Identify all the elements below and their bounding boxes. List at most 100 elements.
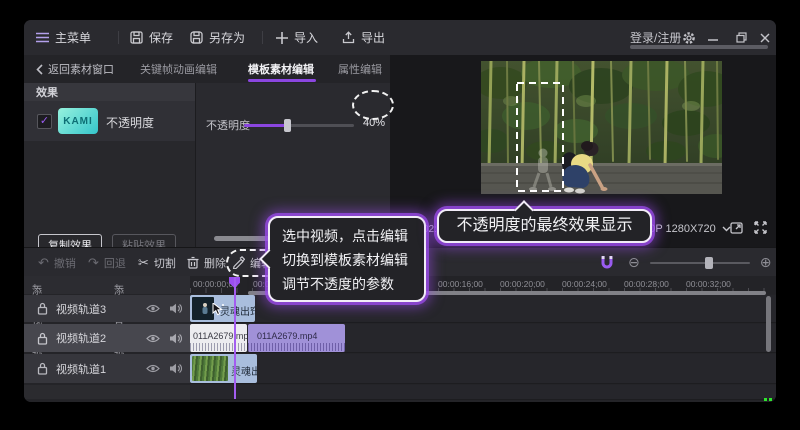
import-button[interactable]: 导入 xyxy=(276,20,318,55)
plus-icon xyxy=(276,32,288,44)
tab-property-edit[interactable]: 属性编辑 xyxy=(338,55,382,83)
speaker-icon[interactable] xyxy=(169,363,182,374)
mouse-cursor-icon xyxy=(212,303,225,317)
screen: 主菜单 保存 另存为 导入 xyxy=(0,0,800,430)
timeline-zoom-controls: ⊖ ⊕ xyxy=(600,248,771,277)
titlebar-separator xyxy=(118,31,119,44)
cut-button[interactable]: ✂ 切割 xyxy=(138,248,176,277)
editor-tabs: 返回素材窗口 关键帧动画编辑 模板素材编辑 属性编辑 xyxy=(24,55,390,83)
tab-keyframe-animation[interactable]: 关键帧动画编辑 xyxy=(140,55,217,83)
close-button[interactable] xyxy=(754,20,776,55)
clip-track2-selected[interactable]: 011A2679.mp4 xyxy=(190,324,247,352)
eye-icon[interactable] xyxy=(146,364,160,373)
effects-panel: 效果 ✓ KAMI 不透明度 复制效果 粘贴效果 xyxy=(24,83,195,247)
lock-icon[interactable] xyxy=(37,332,48,345)
effect-thumbnail: KAMI xyxy=(58,108,98,134)
login-link[interactable]: 登录/注册 xyxy=(630,20,681,55)
timeline-scrollbar-vertical[interactable] xyxy=(766,296,771,352)
audio-waveform xyxy=(190,343,247,351)
track-header-video3[interactable]: 视频轨道3 xyxy=(24,295,190,322)
save-as-label: 另存为 xyxy=(209,29,245,46)
speaker-icon[interactable] xyxy=(169,303,182,314)
eye-icon[interactable] xyxy=(146,334,160,343)
add-track-row: + 添加视频轨道 + 添加音频轨道 xyxy=(24,276,190,294)
effect-label: 不透明度 xyxy=(106,114,154,131)
lock-icon[interactable] xyxy=(37,362,48,375)
fullscreen-icon[interactable] xyxy=(754,221,767,234)
track-lane-empty xyxy=(190,385,776,400)
close-icon xyxy=(760,33,770,43)
redo-icon: ↷ xyxy=(88,256,99,269)
titlebar: 主菜单 保存 另存为 导入 xyxy=(24,20,776,56)
magnet-icon[interactable] xyxy=(600,255,614,270)
annotation-line: 选中视频，点击编辑 xyxy=(282,224,412,248)
annotation-edit-tip: 选中视频，点击编辑 切换到模板素材编辑 调节不透度的参数 xyxy=(268,216,426,302)
track-lane-video1: 灵魂出窍 xyxy=(190,354,776,384)
preview-frame-image xyxy=(481,61,722,194)
redo-button[interactable]: ↷ 回退 xyxy=(88,248,126,277)
scissors-icon: ✂ xyxy=(138,256,149,269)
settings-button[interactable] xyxy=(678,20,700,55)
titlebar-separator xyxy=(262,31,263,44)
undo-icon: ↶ xyxy=(38,256,49,269)
resize-indicator-dot xyxy=(769,398,772,401)
playhead[interactable] xyxy=(234,277,236,399)
back-to-media-button[interactable]: 返回素材窗口 xyxy=(36,55,114,83)
clip-thumbnail xyxy=(192,297,214,320)
resize-indicator-dot xyxy=(764,398,767,401)
import-label: 导入 xyxy=(294,29,318,46)
annotation-preview-tip: 不透明度的最终效果显示 xyxy=(437,209,652,243)
app-window: 主菜单 保存 另存为 导入 xyxy=(24,20,776,402)
opacity-slider[interactable] xyxy=(244,124,354,127)
trash-icon xyxy=(187,256,199,269)
restore-button[interactable] xyxy=(730,20,752,55)
annotation-text: 不透明度的最终效果显示 xyxy=(439,211,650,241)
export-icon xyxy=(342,31,355,44)
clip-track2[interactable]: 011A2679.mp4 xyxy=(248,324,345,352)
restore-icon xyxy=(736,32,747,43)
annotation-line: 切换到模板素材编辑 xyxy=(282,248,412,272)
effects-header: 效果 xyxy=(24,83,195,101)
opacity-slider-fill xyxy=(244,124,288,127)
undo-button[interactable]: ↶ 撤销 xyxy=(38,248,76,277)
minimize-icon xyxy=(708,33,718,43)
scrollbar-horizontal[interactable] xyxy=(630,45,768,49)
minimize-button[interactable] xyxy=(702,20,724,55)
speaker-icon[interactable] xyxy=(169,333,182,344)
delete-button[interactable]: 删除 xyxy=(187,248,226,277)
export-label: 导出 xyxy=(361,29,385,46)
gear-icon xyxy=(682,31,696,45)
main-menu-button[interactable]: 主菜单 xyxy=(36,20,91,55)
main-menu-label: 主菜单 xyxy=(55,29,91,46)
clip-track1[interactable]: 灵魂出窍 xyxy=(190,354,257,383)
eye-icon[interactable] xyxy=(146,304,160,313)
active-tab-underline xyxy=(248,79,316,82)
save-as-icon xyxy=(190,31,203,44)
highlight-ellipse-opacity-value xyxy=(352,90,394,120)
opacity-slider-handle[interactable] xyxy=(284,119,291,132)
back-chevron-icon xyxy=(36,64,43,75)
login-label: 登录/注册 xyxy=(630,29,681,46)
zoom-out-icon[interactable]: ⊖ xyxy=(628,254,640,271)
effect-checkbox[interactable]: ✓ xyxy=(37,114,52,129)
snapshot-icon[interactable] xyxy=(730,221,744,234)
track-lane-video2: 011A2679.mp4 011A2679.mp4 xyxy=(190,324,776,353)
save-as-button[interactable]: 另存为 xyxy=(190,20,245,55)
annotation-line: 调节不透度的参数 xyxy=(282,272,412,296)
audio-waveform xyxy=(248,343,345,351)
back-label: 返回素材窗口 xyxy=(48,61,114,77)
track-header-empty xyxy=(24,385,190,399)
hamburger-icon xyxy=(36,32,49,43)
timeline-zoom-slider[interactable] xyxy=(650,262,750,264)
save-label: 保存 xyxy=(149,29,173,46)
save-button[interactable]: 保存 xyxy=(130,20,173,55)
effect-list-item[interactable]: ✓ KAMI 不透明度 xyxy=(24,101,195,141)
track-header-video1[interactable]: 视频轨道1 xyxy=(24,354,190,383)
export-button[interactable]: 导出 xyxy=(342,20,385,55)
video-preview[interactable] xyxy=(481,61,722,194)
clip-thumbnail xyxy=(192,356,228,381)
track-header-video2[interactable]: 视频轨道2 xyxy=(24,324,190,352)
zoom-in-icon[interactable]: ⊕ xyxy=(760,254,772,271)
zoom-slider-handle[interactable] xyxy=(705,257,713,269)
lock-icon[interactable] xyxy=(37,302,48,315)
